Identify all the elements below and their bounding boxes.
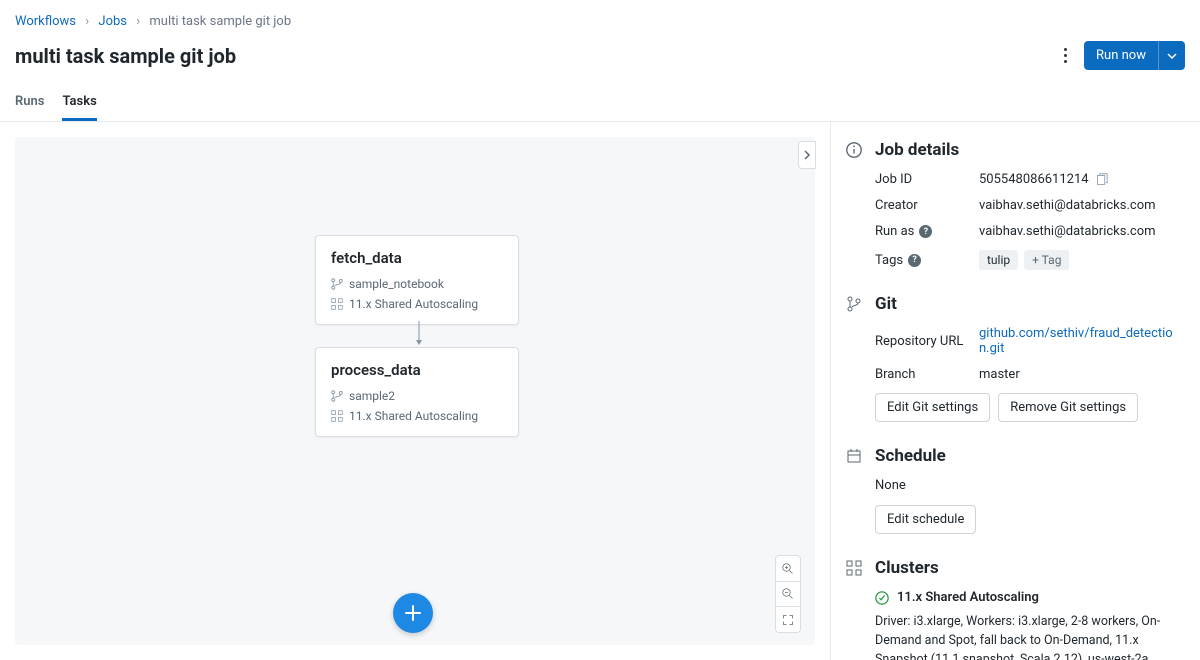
tab-runs[interactable]: Runs <box>15 86 44 121</box>
remove-git-button[interactable]: Remove Git settings <box>998 393 1138 422</box>
repo-url-label: Repository URL <box>875 326 979 356</box>
add-tag-button[interactable]: + Tag <box>1024 250 1069 270</box>
breadcrumb-workflows[interactable]: Workflows <box>15 14 76 29</box>
fit-icon <box>782 614 794 626</box>
cluster-description: Driver: i3.xlarge, Workers: i3.xlarge, 2… <box>845 613 1180 660</box>
task-cluster: 11.x Shared Autoscaling <box>349 409 478 423</box>
page-title: multi task sample git job <box>15 44 236 68</box>
edit-git-button[interactable]: Edit Git settings <box>875 393 990 422</box>
breadcrumb-jobs[interactable]: Jobs <box>98 14 127 29</box>
branch-value: master <box>979 367 1180 382</box>
job-details-heading: Job details <box>875 140 959 160</box>
edit-schedule-button[interactable]: Edit schedule <box>875 505 976 534</box>
task-name: fetch_data <box>331 249 503 267</box>
zoom-fit-button[interactable] <box>775 607 801 633</box>
tab-tasks[interactable]: Tasks <box>62 86 96 121</box>
help-icon[interactable]: ? <box>919 225 932 238</box>
task-dependency-arrow <box>416 321 422 347</box>
creator-label: Creator <box>875 198 979 213</box>
tag-chip[interactable]: tulip <box>979 250 1018 270</box>
cluster-icon <box>846 560 862 576</box>
branch-label: Branch <box>875 367 979 382</box>
zoom-in-button[interactable] <box>775 555 801 581</box>
panel-collapse-handle[interactable] <box>798 141 816 169</box>
schedule-value: None <box>845 478 1180 493</box>
branch-icon <box>331 390 343 402</box>
check-circle-icon <box>875 591 889 605</box>
more-menu-button[interactable] <box>1056 48 1074 63</box>
task-notebook: sample_notebook <box>349 277 444 291</box>
cluster-name: 11.x Shared Autoscaling <box>897 590 1039 605</box>
chevron-right-icon <box>803 150 811 160</box>
cluster-icon <box>331 410 343 422</box>
creator-value: vaibhav.sethi@databricks.com <box>979 198 1180 213</box>
breadcrumb-current: multi task sample git job <box>149 14 291 29</box>
git-icon <box>846 296 862 312</box>
run-now-button[interactable]: Run now <box>1084 41 1158 70</box>
zoom-in-icon <box>782 563 794 575</box>
run-as-label: Run as <box>875 224 914 239</box>
task-notebook: sample2 <box>349 389 395 403</box>
run-as-value: vaibhav.sethi@databricks.com <box>979 224 1180 239</box>
task-node-fetch-data[interactable]: fetch_data sample_notebook 11.x Shared A… <box>315 235 519 325</box>
tags-label: Tags <box>875 253 903 268</box>
repo-url-link[interactable]: github.com/sethiv/fraud_detection.git <box>979 326 1180 356</box>
add-task-button[interactable] <box>393 593 433 633</box>
git-heading: Git <box>875 294 897 314</box>
run-now-dropdown[interactable] <box>1158 41 1185 70</box>
help-icon[interactable]: ? <box>908 254 921 267</box>
schedule-heading: Schedule <box>875 446 946 466</box>
task-cluster: 11.x Shared Autoscaling <box>349 297 478 311</box>
zoom-out-button[interactable] <box>775 581 801 607</box>
calendar-icon <box>846 448 862 464</box>
task-graph-canvas[interactable]: fetch_data sample_notebook 11.x Shared A… <box>15 137 815 645</box>
chevron-right-icon: › <box>85 14 89 29</box>
chevron-down-icon <box>1167 53 1177 59</box>
details-panel: Job details Job ID505548086611214 Creato… <box>830 122 1200 660</box>
copy-icon[interactable] <box>1095 173 1108 186</box>
chevron-right-icon: › <box>136 14 140 29</box>
info-icon <box>845 141 863 159</box>
task-node-process-data[interactable]: process_data sample2 11.x Shared Autosca… <box>315 347 519 437</box>
job-id-label: Job ID <box>875 172 979 187</box>
plus-icon <box>404 604 422 622</box>
zoom-out-icon <box>782 588 794 600</box>
task-name: process_data <box>331 361 503 379</box>
clusters-heading: Clusters <box>875 558 939 578</box>
branch-icon <box>331 278 343 290</box>
cluster-icon <box>331 298 343 310</box>
breadcrumb: Workflows › Jobs › multi task sample git… <box>0 0 1200 37</box>
job-id-value: 505548086611214 <box>979 172 1089 187</box>
